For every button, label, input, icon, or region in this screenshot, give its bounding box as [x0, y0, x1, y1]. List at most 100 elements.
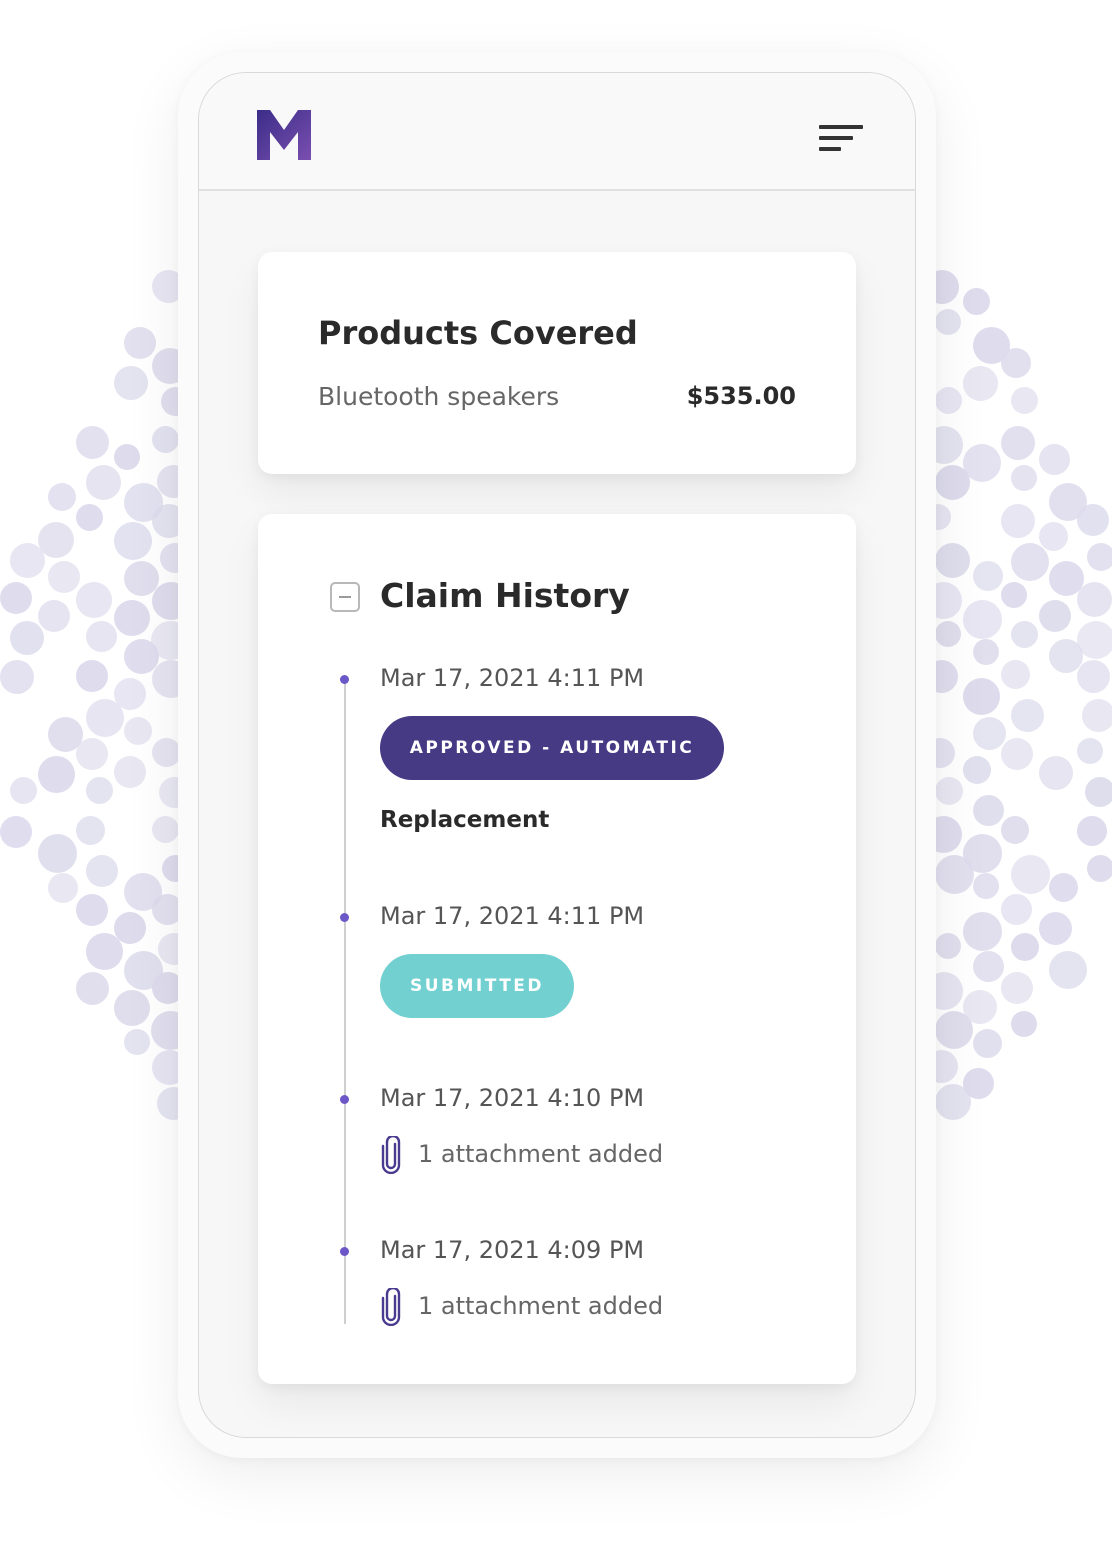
decorative-dot: [1039, 444, 1070, 475]
collapse-minus-icon[interactable]: [330, 582, 360, 612]
decorative-dot: [152, 426, 179, 453]
decorative-dot: [1011, 1011, 1037, 1037]
decorative-dot: [86, 933, 123, 970]
decorative-dot-pattern-left: [0, 270, 190, 1120]
decorative-dot: [76, 894, 108, 926]
event-date: Mar 17, 2021 4:11 PM: [380, 902, 645, 930]
decorative-dot: [76, 582, 112, 618]
decorative-dot: [1001, 816, 1029, 844]
timeline-dot: [340, 1095, 349, 1104]
event-date: Mar 17, 2021 4:11 PM: [380, 664, 645, 692]
timeline-dot: [340, 1247, 349, 1256]
decorative-dot: [1082, 699, 1112, 732]
claim-history-title: Claim History: [380, 576, 630, 615]
decorative-dot: [973, 1029, 1002, 1058]
decorative-dot: [86, 621, 117, 652]
decorative-dot: [973, 717, 1006, 750]
decorative-dot: [10, 621, 44, 655]
timeline-dot: [340, 913, 349, 922]
decorative-dot: [1077, 504, 1109, 536]
decorative-dot: [1077, 582, 1112, 617]
decorative-dot: [124, 327, 156, 359]
decorative-dot: [963, 600, 1002, 639]
decorative-dot: [1001, 894, 1032, 925]
decorative-dot: [114, 990, 150, 1026]
status-badge-approved: APPROVED - AUTOMATIC: [380, 716, 724, 780]
decorative-dot: [10, 777, 37, 804]
paperclip-icon: [381, 1136, 401, 1174]
attachment-added-text: 1 attachment added: [418, 1140, 664, 1168]
decorative-dot: [1077, 738, 1103, 764]
decorative-dot: [1001, 504, 1035, 538]
decorative-dot: [935, 855, 974, 894]
decorative-dot: [114, 600, 150, 636]
decorative-dot: [963, 366, 998, 401]
decorative-dot: [1001, 426, 1035, 460]
decorative-dot: [76, 660, 108, 692]
paperclip-icon: [381, 1288, 401, 1326]
decorative-dot: [114, 522, 152, 560]
decorative-dot: [935, 543, 970, 578]
decorative-dot: [76, 972, 109, 1005]
decorative-dot: [114, 444, 140, 470]
decorative-dot: [1011, 855, 1050, 894]
decorative-dot: [1077, 660, 1110, 693]
decorative-dot: [0, 816, 32, 848]
decorative-dot: [86, 777, 113, 804]
decorative-dot: [1077, 816, 1107, 846]
decorative-dot: [1011, 387, 1038, 414]
hamburger-menu-icon[interactable]: [819, 125, 863, 151]
decorative-dot: [1077, 621, 1112, 659]
decorative-dot: [48, 561, 80, 593]
decorative-dot: [48, 873, 78, 903]
decorative-dot: [973, 795, 1004, 826]
timeline-dot: [340, 675, 349, 684]
decorative-dot: [1011, 933, 1039, 961]
decorative-dot: [1001, 582, 1027, 608]
decorative-dot: [76, 426, 109, 459]
event-date: Mar 17, 2021 4:09 PM: [380, 1236, 645, 1264]
decorative-dot: [935, 621, 961, 647]
decorative-dot: [76, 504, 103, 531]
status-badge-submitted: SUBMITTED: [380, 954, 574, 1018]
decorative-dot: [963, 756, 991, 784]
decorative-dot: [114, 756, 146, 788]
decorative-dot: [86, 699, 124, 737]
decorative-dot: [973, 561, 1003, 591]
decorative-dot: [38, 600, 70, 632]
brand-logo[interactable]: [257, 110, 311, 160]
timeline-line: [344, 680, 346, 1324]
decorative-dot: [10, 543, 45, 578]
decorative-dot: [973, 951, 1004, 982]
decorative-dot: [1001, 972, 1033, 1004]
decorative-dot: [1039, 756, 1073, 790]
claim-history-card: Claim History Mar 17, 2021 4:11 PM APPRO…: [258, 514, 856, 1384]
decorative-dot: [935, 309, 961, 335]
decorative-dot: [1001, 738, 1033, 770]
decorative-dot: [1039, 912, 1072, 945]
decorative-dot: [114, 366, 148, 400]
products-covered-card: Products Covered Bluetooth speakers $535…: [258, 252, 856, 474]
decorative-dot: [973, 873, 999, 899]
decorative-dot: [935, 933, 961, 959]
decorative-dot: [76, 816, 105, 845]
decorative-dot: [0, 582, 32, 614]
app-header: [199, 73, 915, 191]
decorative-dot: [935, 1011, 973, 1049]
decorative-dot: [38, 756, 75, 793]
decorative-dot: [1001, 660, 1030, 689]
decorative-dot: [0, 660, 34, 694]
decorative-dot-pattern-right: [925, 270, 1112, 1120]
products-covered-title: Products Covered: [318, 314, 638, 352]
decorative-dot: [152, 738, 181, 767]
product-price: $535.00: [686, 382, 796, 410]
resolution-type: Replacement: [380, 807, 550, 833]
decorative-dot: [973, 639, 999, 665]
decorative-dot: [1001, 348, 1031, 378]
attachment-added-text: 1 attachment added: [418, 1292, 664, 1320]
decorative-dot: [1087, 855, 1112, 882]
decorative-dot: [124, 717, 152, 745]
decorative-dot: [86, 855, 118, 887]
decorative-dot: [1087, 543, 1112, 571]
decorative-dot: [124, 1029, 150, 1055]
